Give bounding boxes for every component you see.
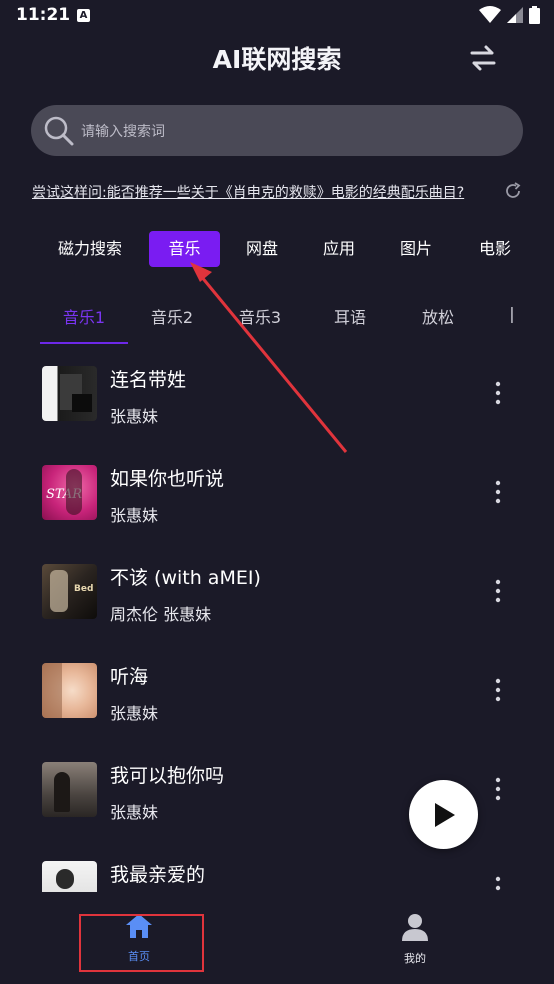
song-title: 不该 (with aMEI) xyxy=(110,567,261,589)
category-netdisk[interactable]: 网盘 xyxy=(236,231,288,267)
more-vertical-icon[interactable] xyxy=(488,380,508,408)
battery-icon xyxy=(529,6,540,24)
refresh-icon[interactable] xyxy=(504,182,522,200)
more-vertical-icon[interactable] xyxy=(488,479,508,507)
album-cover xyxy=(42,861,97,892)
nav-mine[interactable]: 我的 xyxy=(355,912,475,966)
song-title: 听海 xyxy=(110,666,149,688)
song-title: 我可以抱你吗 xyxy=(110,765,225,787)
wifi-icon xyxy=(479,6,501,23)
swap-arrows-icon[interactable] xyxy=(468,44,498,72)
song-artist: 张惠妹 xyxy=(110,704,159,723)
album-cover: STAR xyxy=(42,465,97,520)
list-item[interactable]: 我最亲爱的 xyxy=(0,839,554,892)
album-cover xyxy=(42,663,97,718)
tab-whisper[interactable]: 耳语 xyxy=(306,304,394,328)
status-time: 11:21 xyxy=(16,5,71,25)
album-cover xyxy=(42,762,97,817)
status-bar: 11:21 A xyxy=(0,0,554,32)
more-vertical-icon[interactable] xyxy=(488,776,508,804)
song-title: 我最亲爱的 xyxy=(110,864,206,886)
tab-music1[interactable]: 音乐1 xyxy=(40,304,128,328)
annotation-highlight-box xyxy=(79,914,204,972)
category-magnet-search[interactable]: 磁力搜索 xyxy=(48,231,132,267)
song-title: 如果你也听说 xyxy=(110,468,225,490)
category-images[interactable]: 图片 xyxy=(390,231,442,267)
search-placeholder: 请输入搜索词 xyxy=(81,124,165,140)
notification-a-icon: A xyxy=(77,9,90,22)
tab-music2[interactable]: 音乐2 xyxy=(128,304,216,328)
song-title: 连名带姓 xyxy=(110,369,187,391)
music-subtabs: 音乐1 音乐2 音乐3 耳语 放松 | xyxy=(0,296,554,344)
search-input[interactable]: 请输入搜索词 xyxy=(31,105,523,156)
list-item[interactable]: 连名带姓 张惠妹 xyxy=(0,344,554,443)
play-icon xyxy=(435,803,455,827)
tab-music3[interactable]: 音乐3 xyxy=(216,304,304,328)
more-vertical-icon[interactable] xyxy=(488,578,508,606)
category-apps[interactable]: 应用 xyxy=(313,231,365,267)
list-item[interactable]: Bed 不该 (with aMEI) 周杰伦 张惠妹 xyxy=(0,542,554,641)
album-cover: Bed xyxy=(42,564,97,619)
status-icons xyxy=(479,6,540,24)
tab-overflow-partial[interactable]: | xyxy=(506,304,518,323)
search-icon xyxy=(44,116,74,146)
category-movies[interactable]: 电影 xyxy=(469,231,521,267)
signal-icon xyxy=(507,7,523,23)
nav-mine-label: 我的 xyxy=(404,952,426,965)
album-cover xyxy=(42,366,97,421)
song-artist: 张惠妹 xyxy=(110,506,159,525)
song-artist: 周杰伦 张惠妹 xyxy=(110,605,212,624)
song-artist: 张惠妹 xyxy=(110,803,159,822)
user-icon xyxy=(402,914,428,941)
more-vertical-icon[interactable] xyxy=(488,677,508,705)
category-tabs: 磁力搜索 音乐 网盘 应用 图片 电影 xyxy=(0,231,554,267)
list-item[interactable]: STAR 如果你也听说 张惠妹 xyxy=(0,443,554,542)
song-artist: 张惠妹 xyxy=(110,407,159,426)
tab-relax[interactable]: 放松 xyxy=(394,304,482,328)
category-music[interactable]: 音乐 xyxy=(149,231,220,267)
suggestion-link[interactable]: 尝试这样问:能否推荐一些关于《肖申克的救赎》电影的经典配乐曲目? xyxy=(32,182,464,202)
more-vertical-icon[interactable] xyxy=(488,875,508,892)
list-item[interactable]: 听海 张惠妹 xyxy=(0,641,554,740)
play-button[interactable] xyxy=(409,780,478,849)
